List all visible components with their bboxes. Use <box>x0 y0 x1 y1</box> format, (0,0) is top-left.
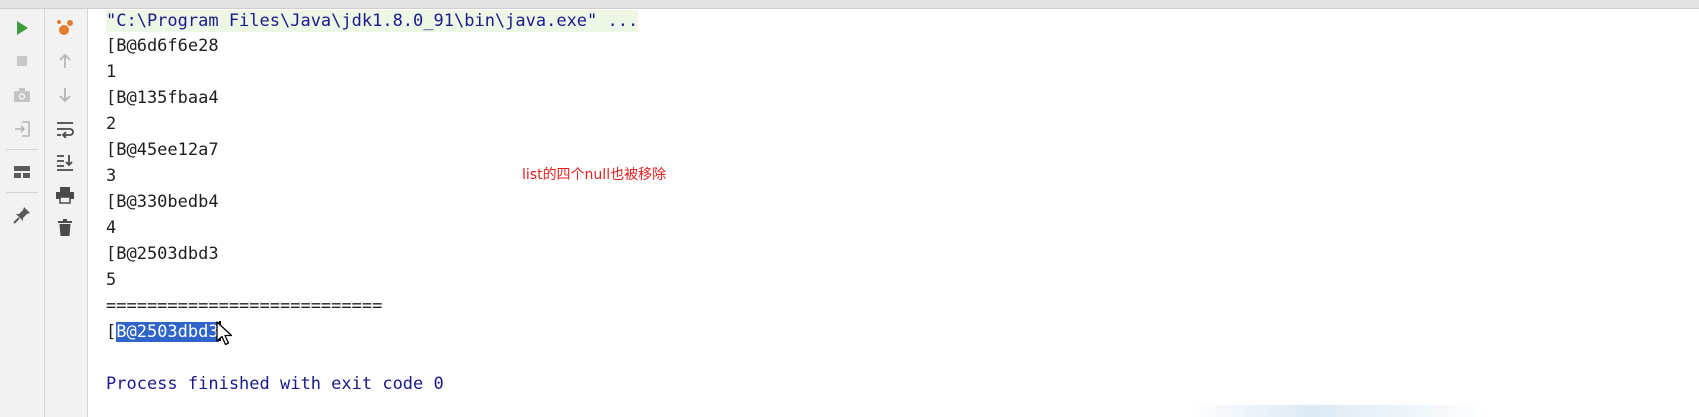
right-toolbar <box>45 9 88 417</box>
print-icon[interactable] <box>51 181 79 209</box>
pin-icon[interactable] <box>8 201 36 229</box>
process-finished-line: Process finished with exit code 0 <box>106 374 444 394</box>
output-line: [B@6d6f6e28 <box>106 36 219 56</box>
text-selection[interactable]: B@2503dbd <box>116 322 209 342</box>
toolbar-separator <box>6 149 38 150</box>
toolbar-separator <box>6 192 38 193</box>
output-line: 1 <box>106 62 117 82</box>
debug-icon[interactable] <box>51 14 79 42</box>
output-line: 2 <box>106 114 117 134</box>
layout-icon[interactable] <box>8 158 36 186</box>
output-line: [B@135fbaa4 <box>106 88 219 108</box>
up-arrow-icon[interactable] <box>51 47 79 75</box>
output-line: 3 <box>106 166 117 186</box>
output-line: [B@45ee12a7 <box>106 140 219 160</box>
run-icon[interactable] <box>8 14 36 42</box>
output-line: [B@330bedb4 <box>106 192 219 212</box>
annotation-note: list的四个null也被移除 <box>522 167 667 183</box>
console-output[interactable]: "C:\Program Files\Java\jdk1.8.0_91\bin\j… <box>88 9 1699 417</box>
command-line: "C:\Program Files\Java\jdk1.8.0_91\bin\j… <box>106 10 639 32</box>
screen-glare <box>1190 405 1490 417</box>
output-line: [B@2503dbd3 <box>106 244 219 264</box>
mouse-cursor-icon <box>216 321 234 351</box>
output-line: 4 <box>106 218 117 238</box>
camera-icon[interactable] <box>8 81 36 109</box>
output-line: 5 <box>106 270 117 290</box>
left-toolbar <box>0 9 45 417</box>
down-arrow-icon[interactable] <box>51 81 79 109</box>
run-console-window: "C:\Program Files\Java\jdk1.8.0_91\bin\j… <box>0 0 1699 417</box>
selected-output-line[interactable]: [B@2503dbd3 <box>106 321 221 343</box>
login-icon[interactable] <box>8 115 36 143</box>
stop-icon[interactable] <box>8 47 36 75</box>
separator-line: =========================== <box>106 296 383 316</box>
selection-prefix: [ <box>106 322 117 342</box>
top-border <box>0 0 1699 9</box>
scroll-to-end-icon[interactable] <box>51 148 79 176</box>
trash-icon[interactable] <box>51 214 79 242</box>
soft-wrap-icon[interactable] <box>51 115 79 143</box>
